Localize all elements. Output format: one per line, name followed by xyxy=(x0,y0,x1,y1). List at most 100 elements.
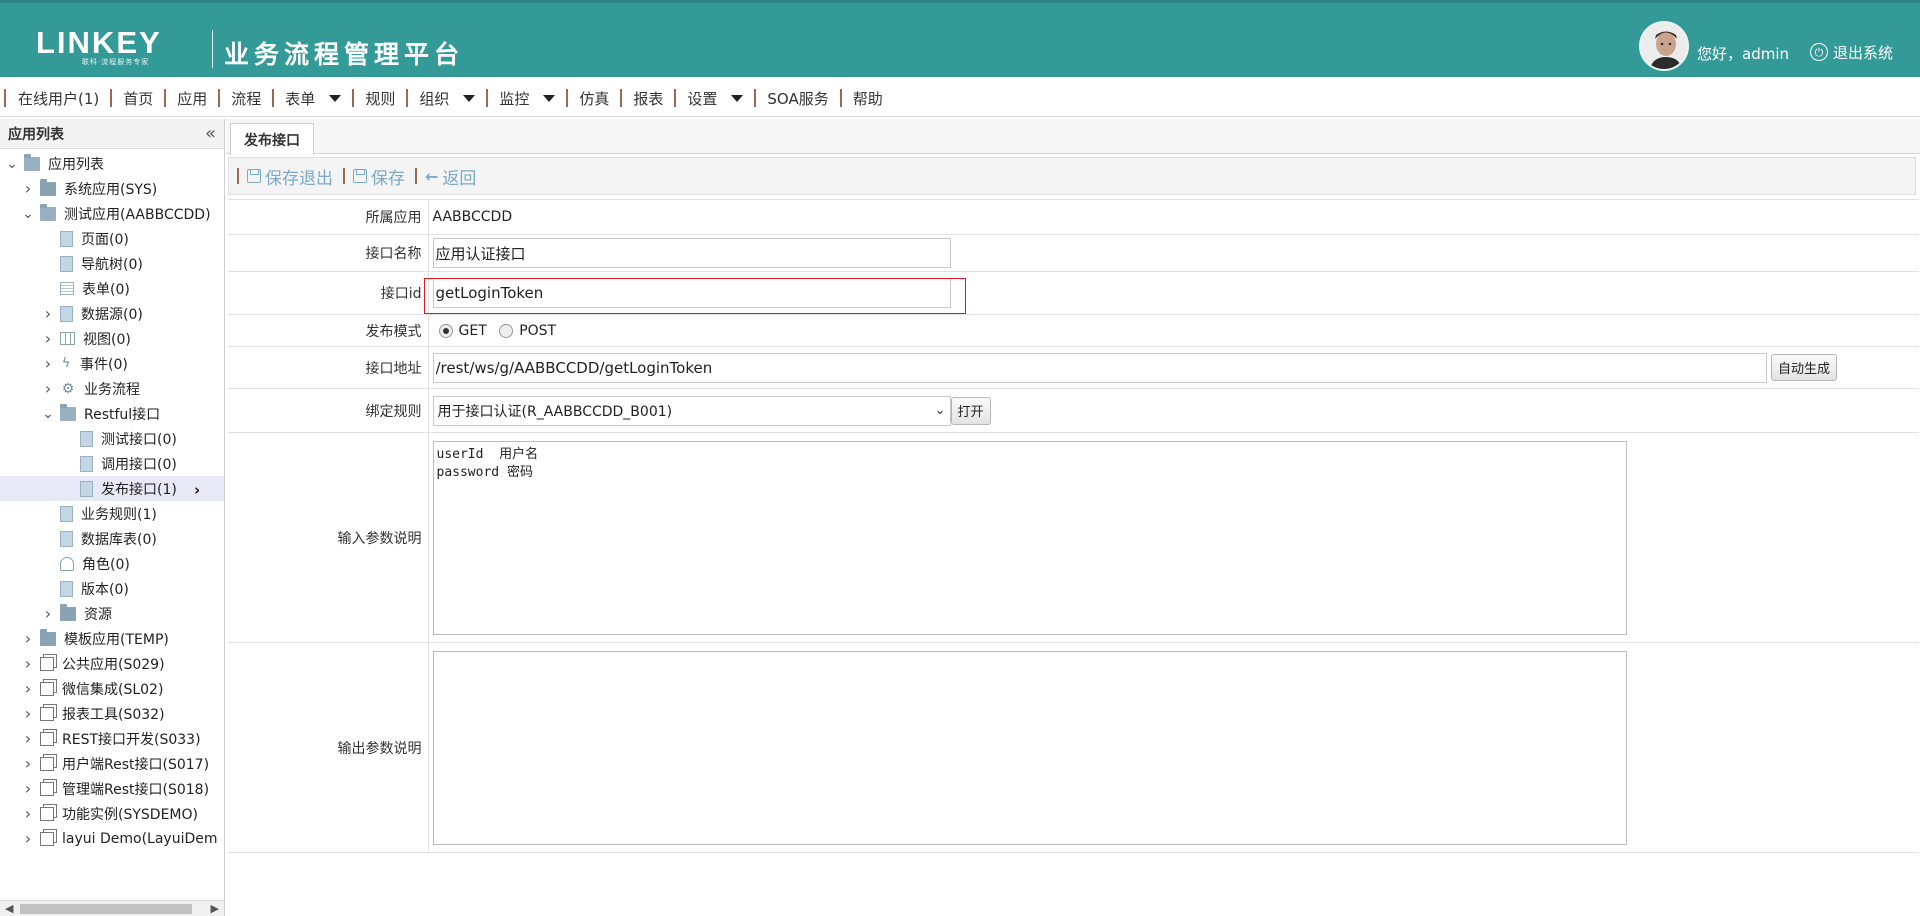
tree-node[interactable]: 页面(0) xyxy=(0,226,224,251)
chevron-right-icon[interactable]: › xyxy=(42,379,54,398)
menu-item[interactable]: SOA服务 xyxy=(754,89,839,108)
menu-item[interactable]: 在线用户(1) xyxy=(4,89,110,108)
menu-item[interactable]: 流程 xyxy=(218,89,272,108)
tree-node[interactable]: ⌄ 应用列表 xyxy=(0,151,224,176)
tree-node[interactable]: › REST接口开发(S033) xyxy=(0,726,224,751)
menu-item[interactable]: 应用 xyxy=(164,89,218,108)
chevron-right-icon[interactable]: › xyxy=(22,729,34,748)
chevron-right-icon[interactable]: › xyxy=(22,679,34,698)
collapse-icon[interactable]: « xyxy=(205,124,216,143)
app-header: LINKEY 联科·流程服务专家 业务流程管理平台 您好，admin ⏻ 退出系… xyxy=(0,0,1920,77)
menu-item[interactable]: 组织 xyxy=(406,89,486,108)
tab-publish-interface[interactable]: 发布接口 xyxy=(230,123,314,155)
auto-generate-button[interactable]: 自动生成 xyxy=(1770,354,1837,381)
tree-node[interactable]: 数据库表(0) xyxy=(0,526,224,551)
chevron-right-icon[interactable]: › xyxy=(22,754,34,773)
input-params-textarea[interactable]: userId 用户名 password 密码 xyxy=(432,440,1627,635)
tree-node[interactable]: › 数据源(0) xyxy=(0,301,224,326)
tree-node[interactable]: › 资源 xyxy=(0,601,224,626)
chevron-down-icon[interactable]: ⌄ xyxy=(42,407,54,421)
tree-node-label: 报表工具(S032) xyxy=(62,706,165,723)
save-button[interactable]: 保存 xyxy=(353,164,405,189)
tree-node-label: 数据库表(0) xyxy=(81,531,157,548)
tree-node-label: 公共应用(S029) xyxy=(62,656,165,673)
chevron-down-icon[interactable]: ⌄ xyxy=(6,157,18,171)
chevron-right-icon[interactable]: › xyxy=(194,481,200,499)
chevron-right-icon[interactable]: › xyxy=(22,804,34,823)
tree-node[interactable]: › layui Demo(LayuiDem xyxy=(0,826,224,851)
tree-node[interactable]: 发布接口(1) › xyxy=(0,476,224,501)
tree-node[interactable]: 调用接口(0) xyxy=(0,451,224,476)
tree-node[interactable]: › 功能实例(SYSDEMO) xyxy=(0,801,224,826)
tree-node[interactable]: › 微信集成(SL02) xyxy=(0,676,224,701)
save-exit-button[interactable]: 保存退出 xyxy=(247,164,333,189)
open-rule-button[interactable]: 打开 xyxy=(950,396,991,425)
tree-node[interactable]: › 系统应用(SYS) xyxy=(0,176,224,201)
radio-get[interactable] xyxy=(438,323,453,338)
tree-node[interactable]: › 公共应用(S029) xyxy=(0,651,224,676)
chevron-right-icon[interactable]: › xyxy=(22,654,34,673)
tree-node-label: REST接口开发(S033) xyxy=(62,731,201,748)
tree-node[interactable]: › 报表工具(S032) xyxy=(0,701,224,726)
scroll-right-icon[interactable]: ▶ xyxy=(211,902,219,915)
menu-item[interactable]: 设置 xyxy=(674,89,754,108)
interface-id-input[interactable] xyxy=(432,278,951,308)
avatar[interactable] xyxy=(1639,21,1689,71)
scroll-left-icon[interactable]: ◀ xyxy=(5,902,13,915)
chevron-right-icon[interactable]: › xyxy=(42,329,54,348)
menu-item[interactable]: 报表 xyxy=(620,89,674,108)
chevron-right-icon[interactable]: › xyxy=(22,629,34,648)
menu-item-label: 规则 xyxy=(365,89,396,108)
tree-node-label: 视图(0) xyxy=(83,331,131,348)
tree-node[interactable]: › 视图(0) xyxy=(0,326,224,351)
chevron-right-icon[interactable]: › xyxy=(22,704,34,723)
tree-node[interactable]: › ϟ 事件(0) xyxy=(0,351,224,376)
tree-node-label: 资源 xyxy=(84,606,112,623)
output-params-textarea[interactable] xyxy=(432,650,1627,845)
chevron-down-icon[interactable]: ⌄ xyxy=(22,207,34,221)
tree-node[interactable]: 版本(0) xyxy=(0,576,224,601)
scrollbar-thumb[interactable] xyxy=(20,904,192,914)
tree-node[interactable]: 表单(0) xyxy=(0,276,224,301)
tree-node[interactable]: 测试接口(0) xyxy=(0,426,224,451)
menu-item-label: 应用 xyxy=(177,89,208,108)
chevron-right-icon[interactable]: › xyxy=(22,779,34,798)
main-menu: 在线用户(1) 首页 应用 流程 表单 规则 组织 监控 仿真 报表 设置 SOA服务 帮助 xyxy=(0,80,1920,117)
chevron-right-icon[interactable]: › xyxy=(42,354,54,373)
tree-node[interactable]: › 管理端Rest接口(S018) xyxy=(0,776,224,801)
chevron-right-icon[interactable]: › xyxy=(22,179,34,198)
tree-node[interactable]: ⌄ Restful接口 xyxy=(0,401,224,426)
form-row-rule: 绑定规则 用于接口认证(R_AABBCCDD_B001) ⌄ 打开 xyxy=(228,388,1919,433)
logo-text: LINKEY xyxy=(36,25,162,60)
form-row-input-params: 输入参数说明 userId 用户名 password 密码 xyxy=(228,432,1919,643)
interface-url-input[interactable] xyxy=(432,352,1767,383)
menu-item-label: 流程 xyxy=(231,89,262,108)
interface-name-input[interactable] xyxy=(432,238,951,268)
logo-subtitle: 联科·流程服务专家 xyxy=(82,58,150,66)
menu-item[interactable]: 仿真 xyxy=(566,89,620,108)
tree-node[interactable]: 角色(0) xyxy=(0,551,224,576)
horizontal-scrollbar[interactable]: ◀ ▶ xyxy=(0,900,224,916)
menu-item[interactable]: 监控 xyxy=(486,89,566,108)
chevron-right-icon[interactable]: › xyxy=(42,604,54,623)
tree-node[interactable]: 导航树(0) xyxy=(0,251,224,276)
name-label: 接口名称 xyxy=(228,234,429,272)
form-icon xyxy=(60,282,74,295)
tree-node[interactable]: › 用户端Rest接口(S017) xyxy=(0,751,224,776)
chevron-right-icon[interactable]: › xyxy=(42,304,54,323)
menu-item[interactable]: 首页 xyxy=(110,89,164,108)
tree-node[interactable]: › ⚙ 业务流程 xyxy=(0,376,224,401)
logout-button[interactable]: ⏻ 退出系统 xyxy=(1810,41,1893,63)
tree-node[interactable]: › 模板应用(TEMP) xyxy=(0,626,224,651)
menu-item[interactable]: 规则 xyxy=(352,89,406,108)
chevron-right-icon[interactable]: › xyxy=(22,829,34,848)
tree-node[interactable]: ⌄ 测试应用(AABBCCDD) xyxy=(0,201,224,226)
menu-item-label: 设置 xyxy=(687,89,718,108)
menu-item[interactable]: 表单 xyxy=(272,89,352,108)
menu-item-label: 首页 xyxy=(123,89,154,108)
menu-item[interactable]: 帮助 xyxy=(839,89,894,108)
tree-node[interactable]: 业务规则(1) xyxy=(0,501,224,526)
radio-post[interactable] xyxy=(499,323,514,338)
back-button[interactable]: ← 返回 xyxy=(425,164,476,189)
bind-rule-select[interactable]: 用于接口认证(R_AABBCCDD_B001) ⌄ xyxy=(432,395,951,426)
